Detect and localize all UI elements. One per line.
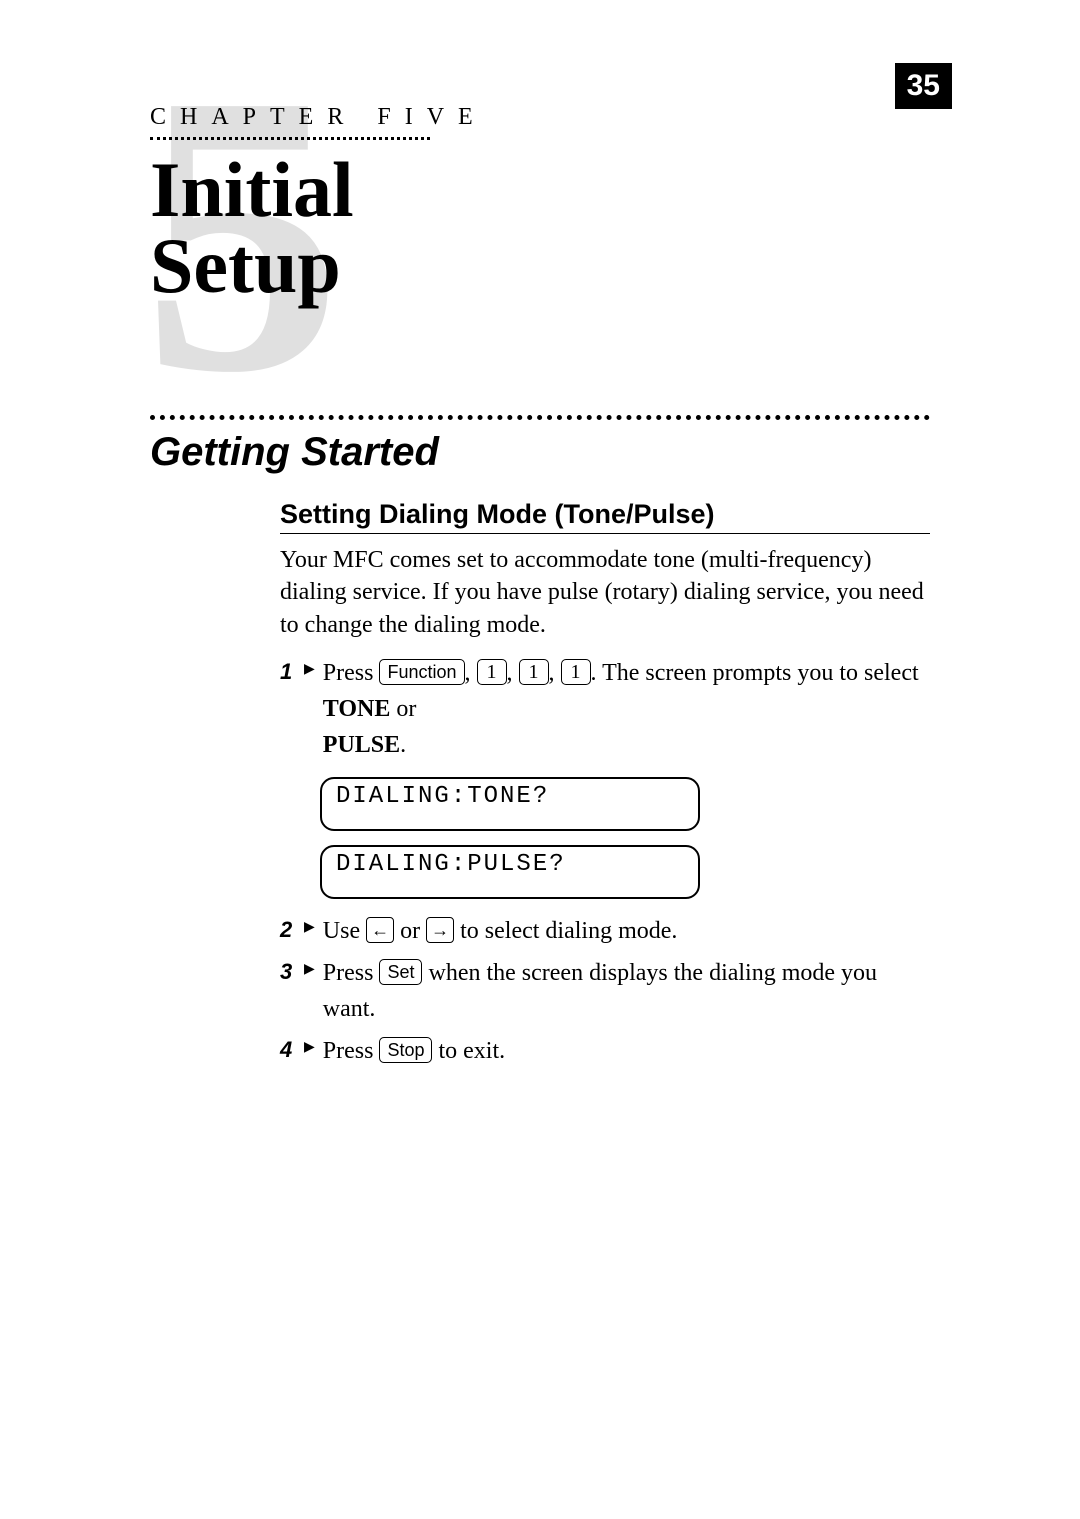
text: ,: [549, 660, 561, 686]
step-content: Press Function, 1, 1, 1. The screen prom…: [323, 655, 930, 763]
text: .: [400, 732, 406, 758]
step-marker-icon: ▶: [304, 955, 315, 985]
chapter-label-dots: [150, 137, 430, 140]
page-number-badge: 35: [895, 63, 952, 109]
step-number: 3: [280, 955, 298, 988]
text: ,: [507, 660, 519, 686]
step-number: 4: [280, 1033, 298, 1066]
subsection-intro: Your MFC comes set to accommodate tone (…: [280, 544, 930, 641]
subsection: Setting Dialing Mode (Tone/Pulse) Your M…: [280, 499, 930, 1069]
function-key: Function: [379, 659, 464, 685]
lcd-display-tone: DIALING:TONE?: [320, 777, 700, 831]
stop-key: Stop: [379, 1037, 432, 1063]
text: to select dialing mode.: [460, 918, 677, 944]
step-number: 2: [280, 913, 298, 946]
chapter-title-line1: Initial: [150, 146, 354, 233]
step-1: 1 ▶ Press Function, 1, 1, 1. The screen …: [280, 655, 930, 763]
step-marker-icon: ▶: [304, 1033, 315, 1063]
one-key: 1: [519, 659, 549, 685]
step-marker-icon: ▶: [304, 655, 315, 685]
step-marker-icon: ▶: [304, 913, 315, 943]
arrow-right-key: →: [426, 917, 454, 943]
step-4: 4 ▶ Press Stop to exit.: [280, 1033, 930, 1069]
chapter-label: CHAPTER FIVE: [150, 104, 960, 131]
step-content: Use ← or → to select dialing mode.: [323, 913, 930, 949]
pulse-label: PULSE: [323, 732, 400, 758]
step-3: 3 ▶ Press Set when the screen displays t…: [280, 955, 930, 1027]
text: Press: [323, 1038, 380, 1064]
step-content: Press Stop to exit.: [323, 1033, 930, 1069]
step-content: Press Set when the screen displays the d…: [323, 955, 930, 1027]
one-key: 1: [477, 659, 507, 685]
chapter-title: Initial Setup: [150, 152, 960, 305]
text: Use: [323, 918, 366, 944]
chapter-title-line2: Setup: [150, 222, 341, 309]
text: ,: [465, 660, 477, 686]
text: Press: [323, 660, 380, 686]
set-key: Set: [379, 959, 422, 985]
page: 35 5 CHAPTER FIVE Initial Setup Getting …: [0, 0, 1080, 1519]
tone-label: TONE: [323, 696, 391, 722]
lcd-display-group: DIALING:TONE? DIALING:PULSE?: [320, 777, 930, 899]
arrow-left-key: ←: [366, 917, 394, 943]
text: Press: [323, 960, 380, 986]
text: to exit.: [438, 1038, 505, 1064]
text: or: [400, 918, 426, 944]
step-2: 2 ▶ Use ← or → to select dialing mode.: [280, 913, 930, 949]
text: . The screen prompts you to select: [591, 660, 919, 686]
lcd-display-pulse: DIALING:PULSE?: [320, 845, 700, 899]
text: or: [390, 696, 416, 722]
one-key: 1: [561, 659, 591, 685]
chapter-header: 5 CHAPTER FIVE Initial Setup: [150, 104, 960, 305]
step-number: 1: [280, 655, 298, 688]
subsection-title: Setting Dialing Mode (Tone/Pulse): [280, 499, 930, 534]
